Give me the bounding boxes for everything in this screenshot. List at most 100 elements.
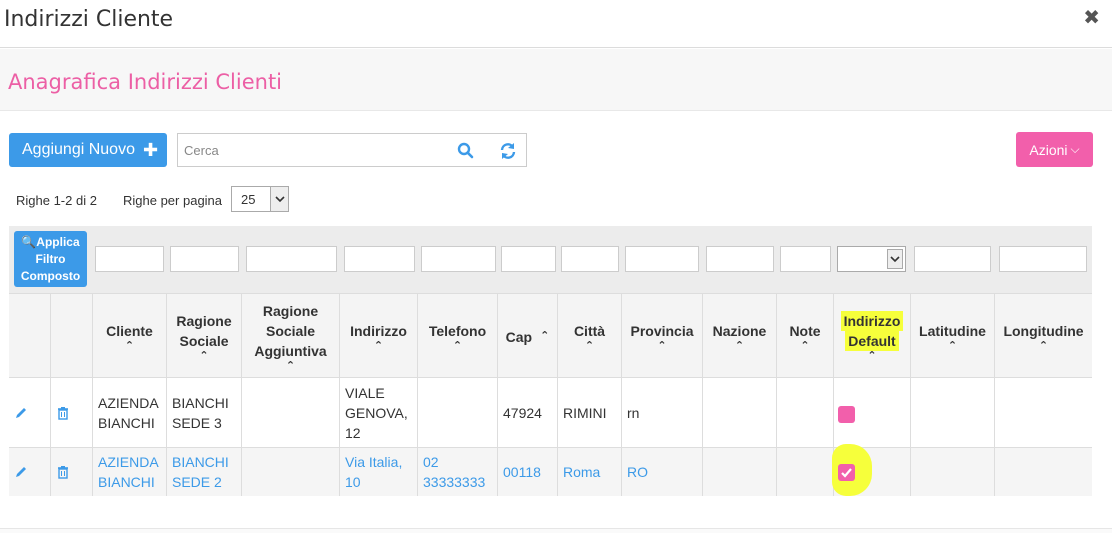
- refresh-icon[interactable]: [498, 141, 518, 161]
- filter-provincia-input[interactable]: [625, 246, 699, 272]
- sort-icon: ⌃: [947, 340, 958, 352]
- cell-ragione-sociale[interactable]: BIANCHI SEDE 2: [167, 448, 242, 496]
- cell-cap[interactable]: 00118: [498, 448, 558, 496]
- filter-cliente-input[interactable]: [95, 246, 164, 272]
- check-icon: [841, 468, 852, 478]
- cell-nazione[interactable]: [703, 448, 777, 496]
- filter-latitudine-input[interactable]: [914, 246, 991, 272]
- column-header-ragione-sociale-aggiuntiva[interactable]: Ragione Sociale Aggiuntiva ⌃: [242, 294, 340, 379]
- pencil-icon[interactable]: [14, 465, 28, 479]
- cell-ragione-sociale-aggiuntiva: [242, 378, 340, 447]
- filter-default-select[interactable]: [837, 246, 906, 272]
- filter-citta-input[interactable]: [561, 246, 619, 272]
- cell-ragione-sociale: BIANCHI SEDE 3: [167, 378, 242, 447]
- trash-icon[interactable]: [56, 465, 70, 479]
- close-icon[interactable]: ✖: [1083, 5, 1100, 30]
- search-box: [177, 133, 527, 167]
- filter-indirizzo-input[interactable]: [344, 246, 415, 272]
- sort-icon: ⌃: [657, 340, 667, 352]
- cell-telefono: [418, 378, 498, 447]
- trash-icon[interactable]: [56, 406, 70, 420]
- column-header-cap[interactable]: Cap ⌃: [498, 294, 558, 379]
- chevron-down-icon: [887, 249, 903, 269]
- cell-provincia: rn: [622, 378, 703, 447]
- sort-icon: ⌃: [452, 340, 463, 352]
- cell-default: [834, 378, 911, 447]
- sort-icon: ⌃: [867, 350, 877, 362]
- table-row: AZIENDA BIANCHI BIANCHI SEDE 3 VIALE GEN…: [9, 378, 1092, 448]
- sort-icon: ⌃: [199, 350, 209, 362]
- column-header-provincia[interactable]: Provincia ⌃: [622, 294, 703, 379]
- sort-icon: ⌃: [734, 340, 745, 352]
- add-new-button[interactable]: Aggiungi Nuovo ✚: [9, 133, 167, 167]
- table-row: AZIENDA BIANCHI BIANCHI SEDE 2 Via Itali…: [9, 448, 1092, 496]
- column-header-delete: [51, 294, 93, 379]
- header-row: Cliente ⌃ Ragione Sociale ⌃ Ragione Social…: [9, 293, 1092, 379]
- rows-per-page-label: Righe per pagina: [123, 193, 223, 208]
- cell-longitudine[interactable]: [995, 448, 1092, 496]
- cell-latitudine: [911, 378, 995, 447]
- column-header-indirizzo-default[interactable]: Indirizzo Default ⌃: [834, 294, 911, 379]
- actions-dropdown-button[interactable]: Azioni ⌵: [1016, 132, 1093, 167]
- sort-icon: ⌃: [800, 340, 810, 352]
- column-header-cliente[interactable]: Cliente ⌃: [93, 294, 167, 379]
- column-header-citta[interactable]: Città ⌃: [558, 294, 622, 379]
- chevron-down-icon: [270, 187, 288, 211]
- rows-per-page-select[interactable]: 25: [231, 186, 289, 212]
- cell-note: [777, 378, 834, 447]
- sort-icon: ⌃: [285, 360, 296, 372]
- cell-ragione-sociale-aggiuntiva[interactable]: [242, 448, 340, 496]
- cell-telefono[interactable]: 02 33333333: [418, 448, 498, 496]
- filter-ragione-sociale-input[interactable]: [170, 246, 239, 272]
- sort-icon: ⌃: [124, 340, 135, 352]
- plus-icon: ✚: [142, 139, 159, 160]
- column-header-nazione[interactable]: Nazione ⌃: [703, 294, 777, 379]
- actions-label: Azioni: [1029, 141, 1068, 158]
- modal-title: Indirizzi Cliente: [4, 7, 174, 32]
- cell-note[interactable]: [777, 448, 834, 496]
- cell-citta[interactable]: Roma: [558, 448, 622, 496]
- search-input[interactable]: [178, 134, 448, 166]
- column-header-indirizzo[interactable]: Indirizzo ⌃: [340, 294, 418, 379]
- sort-icon: ⌃: [1038, 340, 1049, 352]
- cell-indirizzo: VIALE GENOVA, 12: [340, 378, 418, 447]
- cell-cap: 47924: [498, 378, 558, 447]
- column-header-edit: [9, 294, 51, 379]
- default-checkbox[interactable]: [838, 406, 855, 423]
- add-new-label: Aggiungi Nuovo: [22, 141, 135, 158]
- section-title: Anagrafica Indirizzi Clienti: [8, 70, 283, 94]
- filter-ragione-sociale-aggiuntiva-input[interactable]: [246, 246, 337, 272]
- modal-footer-divider: [0, 528, 1112, 533]
- cell-cliente: AZIENDA BIANCHI: [93, 378, 167, 447]
- filter-note-input[interactable]: [780, 246, 831, 272]
- column-header-telefono[interactable]: Telefono ⌃: [418, 294, 498, 379]
- cell-longitudine: [995, 378, 1092, 447]
- sort-icon: ⌃: [584, 340, 595, 352]
- filter-longitudine-input[interactable]: [999, 246, 1087, 272]
- column-header-longitudine[interactable]: Longitudine ⌃: [995, 294, 1092, 379]
- cell-nazione: [703, 378, 777, 447]
- filter-row: 🔍Applica Filtro Composto: [9, 226, 1092, 293]
- cell-latitudine[interactable]: [911, 448, 995, 496]
- cell-cliente[interactable]: AZIENDA BIANCHI: [93, 448, 167, 496]
- rows-per-page-value: 25: [241, 192, 256, 207]
- section-header: Anagrafica Indirizzi Clienti: [0, 49, 1112, 111]
- sort-icon: ⌃: [540, 330, 550, 342]
- modal-header: Indirizzi Cliente ✖: [0, 0, 1112, 48]
- pencil-icon[interactable]: [14, 406, 28, 420]
- filter-nazione-input[interactable]: [706, 246, 774, 272]
- column-header-note[interactable]: Note ⌃: [777, 294, 834, 379]
- cell-indirizzo[interactable]: Via Italia, 10: [340, 448, 418, 496]
- filter-telefono-input[interactable]: [421, 246, 496, 272]
- cell-citta: RIMINI: [558, 378, 622, 447]
- apply-filter-button[interactable]: 🔍Applica Filtro Composto: [14, 231, 87, 287]
- column-header-ragione-sociale[interactable]: Ragione Sociale ⌃: [167, 294, 242, 379]
- search-icon[interactable]: [456, 141, 476, 161]
- default-checkbox-checked[interactable]: [838, 464, 855, 481]
- column-header-latitudine[interactable]: Latitudine ⌃: [911, 294, 995, 379]
- sort-icon: ⌃: [373, 340, 384, 352]
- chevron-down-icon: ⌵: [1070, 142, 1080, 156]
- filter-cap-input[interactable]: [501, 246, 556, 272]
- rows-info: Righe 1-2 di 2: [16, 193, 97, 208]
- cell-provincia[interactable]: RO: [622, 448, 703, 496]
